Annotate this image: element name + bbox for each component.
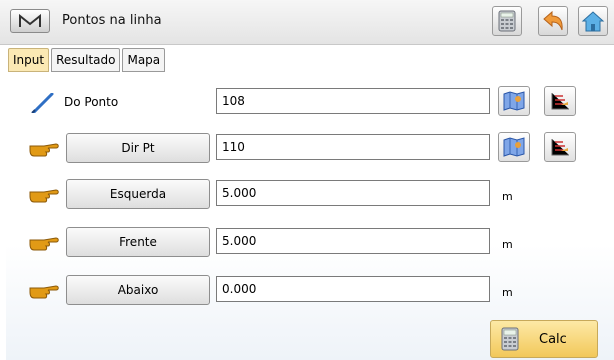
menu-m-icon	[19, 14, 41, 27]
front-offset-row: Frente m	[6, 226, 614, 258]
front-offset-button[interactable]: Frente	[66, 227, 210, 257]
pointing-hand-icon	[29, 285, 59, 299]
below-offset-button[interactable]: Abaixo	[66, 275, 210, 305]
dir-point-list-button[interactable]	[544, 132, 576, 162]
from-point-row: Do Ponto	[6, 86, 614, 118]
calculator-icon	[498, 10, 516, 32]
back-arrow-icon	[543, 10, 563, 31]
front-offset-input[interactable]	[216, 228, 490, 254]
tab-resultado[interactable]: Resultado	[51, 48, 121, 72]
tab-mapa[interactable]: Mapa	[122, 48, 166, 72]
calculator-button[interactable]	[492, 6, 522, 36]
pointing-hand-icon	[29, 237, 59, 251]
from-point-list-button[interactable]	[544, 86, 576, 116]
title-bar: Pontos na linha	[0, 0, 614, 45]
dir-point-map-button[interactable]	[498, 132, 530, 162]
calc-button-label: Calc	[539, 331, 567, 347]
point-list-icon	[551, 139, 569, 156]
front-offset-unit: m	[502, 238, 513, 251]
map-select-icon	[503, 137, 525, 157]
calculator-icon	[501, 327, 519, 351]
dir-point-row: Dir Pt	[6, 132, 614, 164]
from-point-map-button[interactable]	[498, 86, 530, 116]
dir-point-button[interactable]: Dir Pt	[66, 133, 210, 163]
left-offset-row: Esquerda m	[6, 178, 614, 210]
menu-button[interactable]	[10, 9, 50, 33]
below-offset-unit: m	[502, 286, 513, 299]
input-panel: Do Ponto Dir Pt	[6, 72, 614, 360]
calc-button[interactable]: Calc	[490, 320, 598, 358]
below-offset-row: Abaixo m	[6, 274, 614, 306]
from-point-label: Do Ponto	[64, 95, 119, 109]
left-offset-unit: m	[502, 190, 513, 203]
home-icon	[581, 11, 605, 32]
back-button[interactable]	[538, 6, 568, 36]
pointing-hand-icon	[29, 189, 59, 203]
left-offset-button[interactable]: Esquerda	[66, 179, 210, 209]
page-title: Pontos na linha	[62, 13, 162, 28]
dir-point-input[interactable]	[216, 134, 490, 160]
pencil-icon	[31, 93, 54, 113]
below-offset-input[interactable]	[216, 276, 490, 302]
tab-bar: Input Resultado Mapa	[8, 48, 167, 72]
map-select-icon	[503, 91, 525, 111]
point-list-icon	[551, 93, 569, 110]
from-point-input[interactable]	[216, 88, 490, 114]
home-button[interactable]	[578, 6, 608, 36]
pointing-hand-icon	[29, 143, 59, 157]
left-offset-input[interactable]	[216, 180, 490, 206]
tab-input[interactable]: Input	[8, 48, 50, 72]
